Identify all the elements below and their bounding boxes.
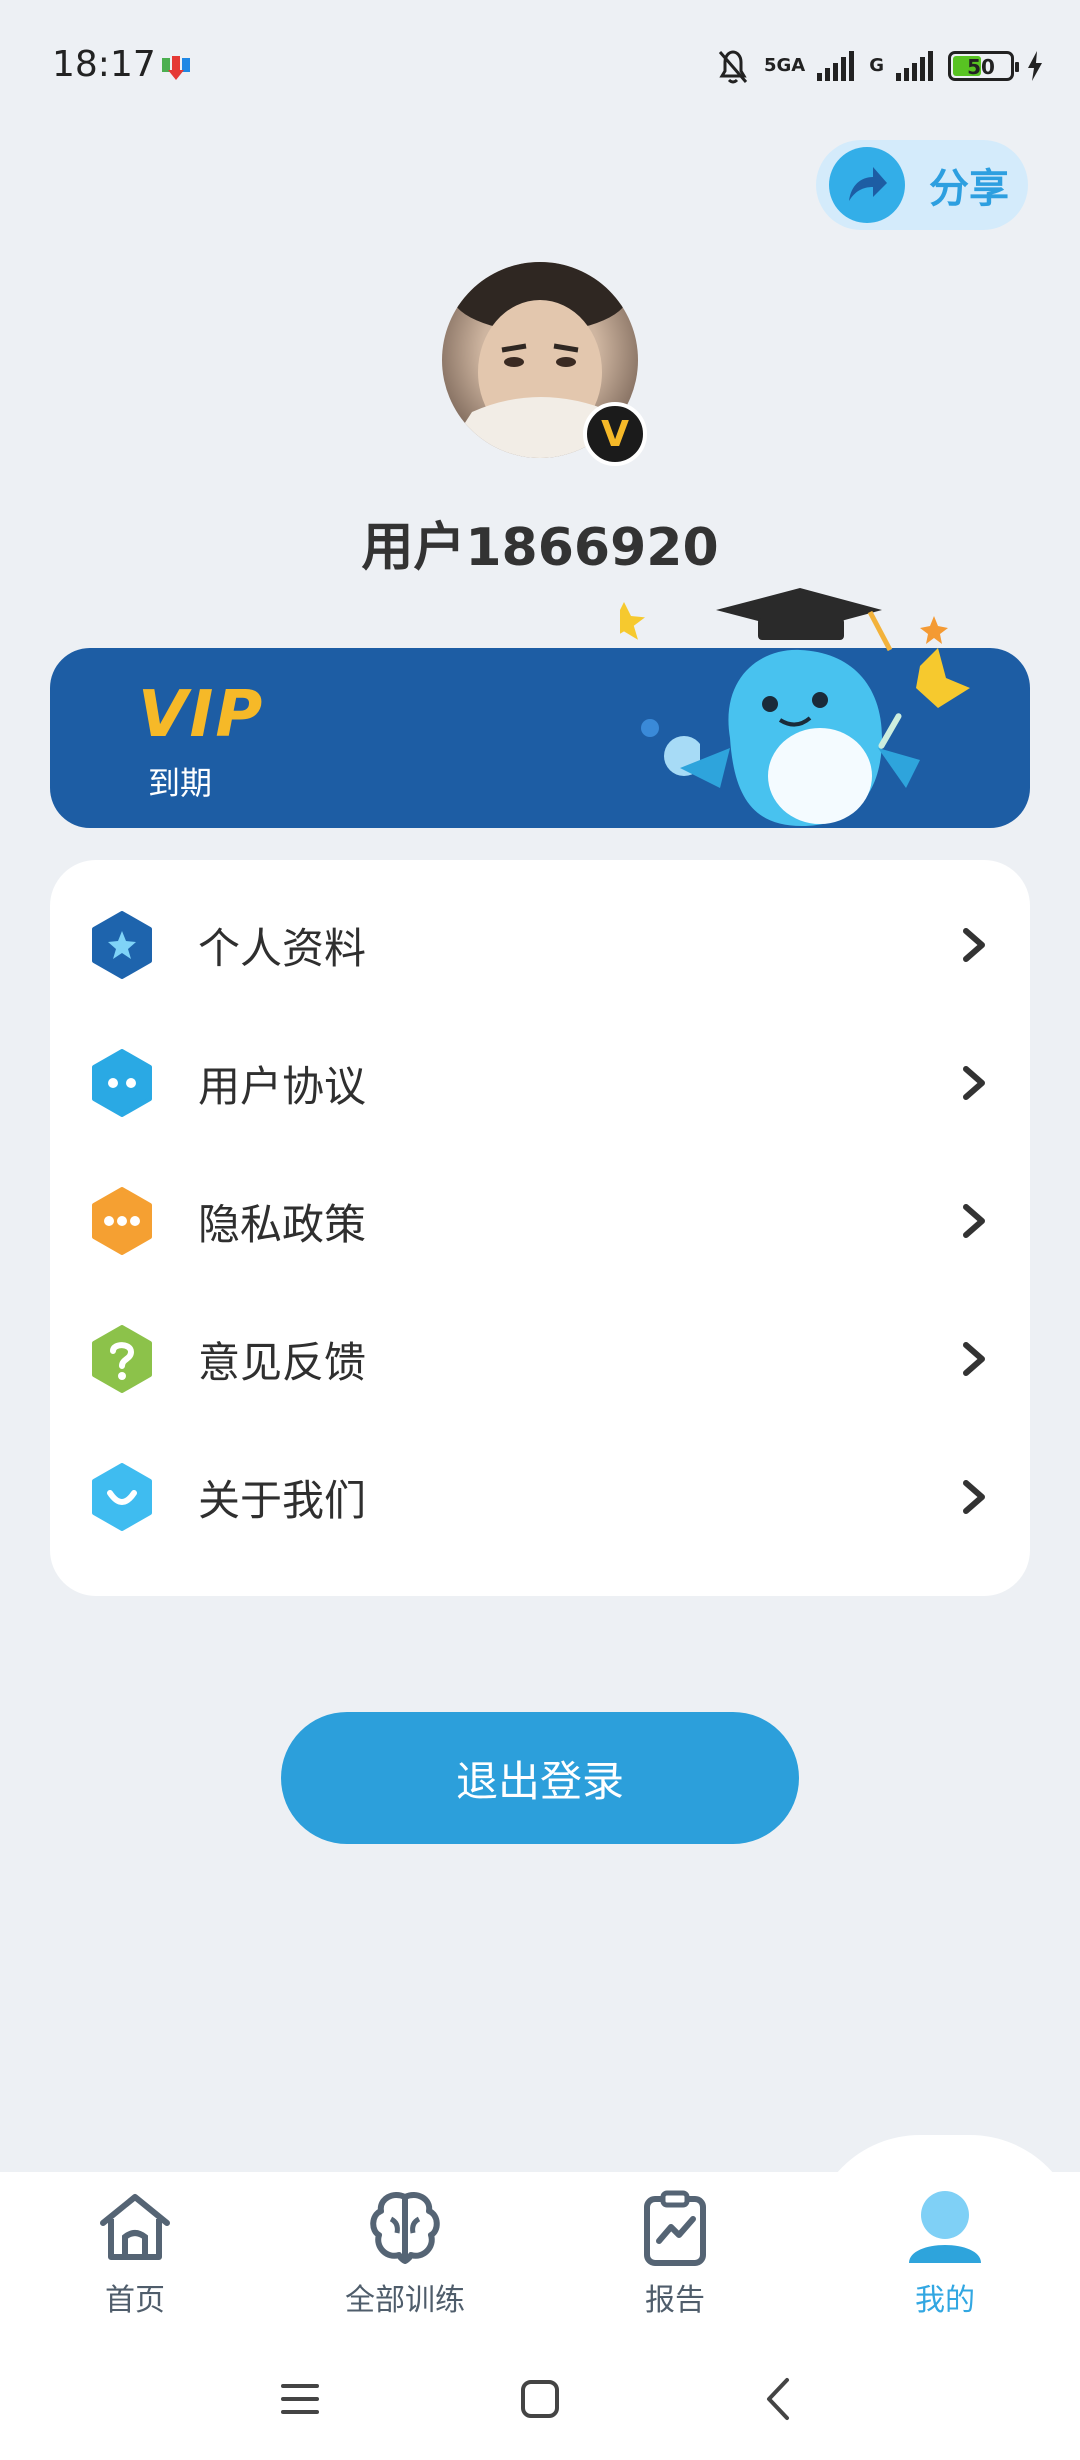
chevron-right-icon [963,1204,985,1238]
nav-item-mine[interactable]: 我的 [845,2185,1045,2319]
smile-hexagon-icon [92,1463,152,1531]
menu-item-label: 隐私政策 [198,1199,367,1249]
menu-card: 个人资料 用户协议 隐私政策 意见反馈 关于我们 [50,860,1030,1596]
share-button[interactable]: 分享 [816,140,1028,230]
vip-logo: VIP [138,678,265,752]
notification-app-icon [162,56,190,80]
question-hexagon-icon [92,1325,152,1393]
mute-bell-icon [718,50,748,84]
network-type-2: G [869,55,884,76]
share-label: 分享 [929,166,1009,212]
menu-item-label: 意见反馈 [198,1337,367,1387]
chevron-right-icon [963,1480,985,1514]
more-hexagon-icon [92,1187,152,1255]
vip-status: 到期 [148,764,213,802]
signal-icon-1 [817,51,855,81]
signal-icon-2 [896,51,933,81]
battery-indicator: 50 [948,51,1019,81]
back-icon[interactable] [755,2374,805,2424]
status-bar: 18:17 5GA G 50 [0,0,1080,135]
chevron-right-icon [963,1342,985,1376]
home-square-icon[interactable] [515,2374,565,2424]
nav-label: 全部训练 [345,2283,465,2318]
nav-item-report[interactable]: 报告 [575,2185,775,2319]
star-hexagon-icon [92,911,152,979]
brain-icon [370,2191,440,2264]
menu-item-label: 用户协议 [198,1061,367,1111]
dots-hexagon-icon [92,1049,152,1117]
charging-icon [1028,51,1042,81]
nav-label: 首页 [105,2283,165,2318]
nav-item-all-training[interactable]: 全部训练 [305,2185,505,2319]
nav-label: 我的 [915,2283,975,2318]
chevron-right-icon [963,928,985,962]
dolphin-mascot-icon [620,588,970,826]
nav-label: 报告 [645,2283,705,2318]
chevron-right-icon [963,1066,985,1100]
menu-item-privacy-policy[interactable]: 隐私政策 [50,1152,1030,1290]
vip-badge-icon: V [583,402,647,466]
profile-page: 18:17 5GA G 50 分享 V 用户1866920 VIP 到期 个人资… [0,0,1080,2460]
logout-button[interactable]: 退出登录 [281,1712,799,1844]
profile-icon [909,2191,981,2263]
home-icon [100,2194,170,2260]
menu-item-label: 个人资料 [198,923,367,973]
status-time: 18:17 [52,44,156,85]
status-indicators: 5GA G 50 [714,46,1044,86]
menu-item-about-us[interactable]: 关于我们 [50,1428,1030,1566]
menu-item-user-agreement[interactable]: 用户协议 [50,1014,1030,1152]
report-clipboard-icon [644,2190,706,2266]
battery-level-text: 50 [967,55,995,79]
nav-item-home[interactable]: 首页 [35,2185,235,2319]
menu-item-label: 关于我们 [198,1475,367,1525]
share-icon [829,147,905,223]
menu-item-feedback[interactable]: 意见反馈 [50,1290,1030,1428]
menu-icon[interactable] [275,2374,325,2424]
menu-item-profile[interactable]: 个人资料 [50,876,1030,1014]
username: 用户1866920 [361,518,719,578]
network-type-1: 5GA [763,55,806,76]
